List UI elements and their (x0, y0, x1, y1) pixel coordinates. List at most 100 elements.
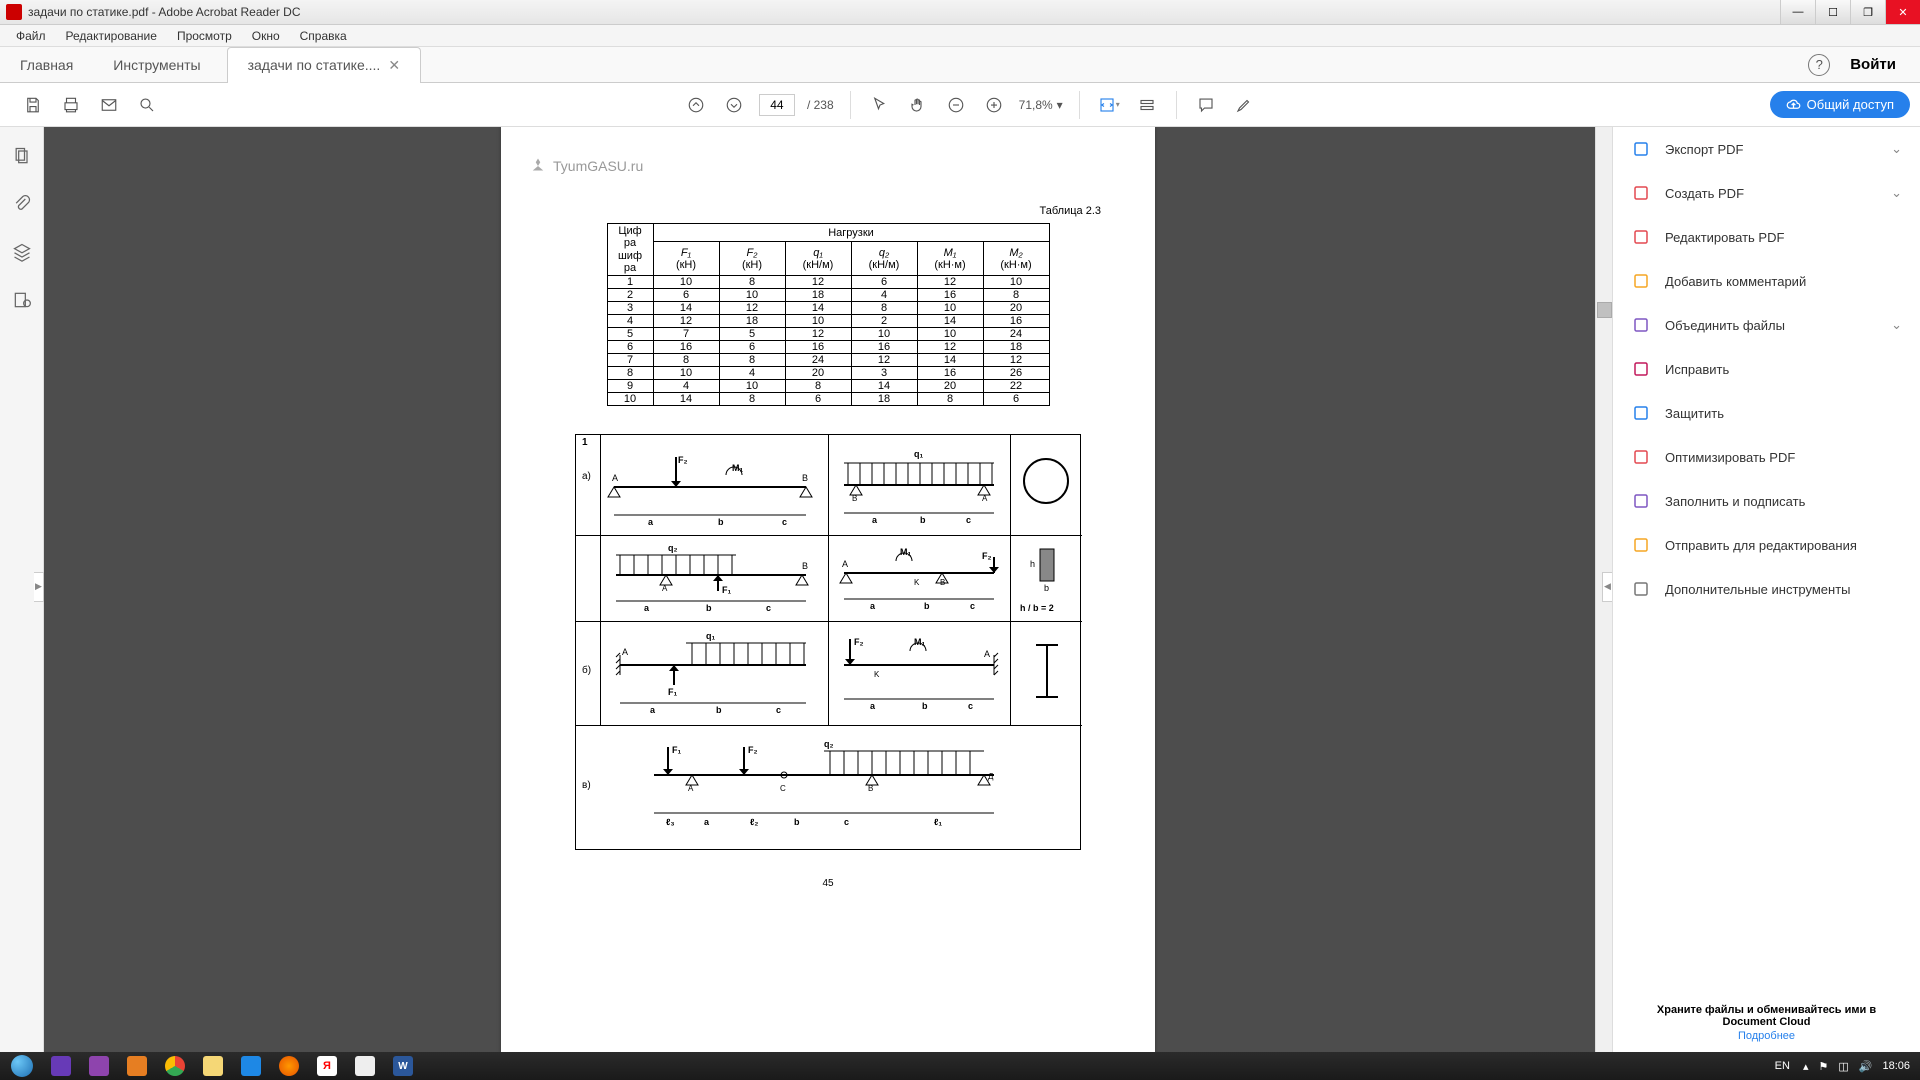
toolbar: / 238 71,8%▾ ▾ Общий доступ (0, 83, 1920, 127)
attachments-icon[interactable] (9, 191, 35, 217)
search-icon[interactable] (134, 92, 160, 118)
tab-document[interactable]: задачи по статике.... ✕ (227, 47, 421, 83)
svg-text:b: b (716, 705, 722, 715)
svg-text:c: c (970, 601, 975, 611)
tray-volume-icon[interactable]: 🔊 (1859, 1060, 1873, 1073)
task-item-1[interactable] (42, 1053, 80, 1079)
task-item-8[interactable] (346, 1053, 384, 1079)
menu-help[interactable]: Справка (290, 27, 357, 45)
task-item-word[interactable]: W (384, 1053, 422, 1079)
task-item-explorer[interactable] (194, 1053, 232, 1079)
page-input[interactable] (759, 94, 795, 116)
tool-item-icon (1631, 139, 1651, 159)
fit-width-icon[interactable]: ▾ (1096, 92, 1122, 118)
scroll-thumb[interactable] (1597, 302, 1612, 318)
task-item-yandex[interactable]: Я (308, 1053, 346, 1079)
tray-network-icon[interactable]: ◫ (1838, 1060, 1848, 1073)
tool-item-icon (1631, 227, 1651, 247)
bookmarks-icon[interactable] (9, 287, 35, 313)
start-button[interactable] (2, 1053, 42, 1079)
svg-text:F₁: F₁ (722, 585, 731, 595)
right-collapse-toggle[interactable]: ◀ (1602, 572, 1612, 602)
svg-text:q₁: q₁ (706, 631, 715, 641)
zoom-in-icon[interactable] (981, 92, 1007, 118)
share-button[interactable]: Общий доступ (1770, 91, 1910, 118)
chevron-down-icon: ⌄ (1891, 141, 1902, 157)
beam-a1: ABF₂M₁abc (606, 445, 822, 529)
page-down-icon[interactable] (721, 92, 747, 118)
section-circle-icon (1022, 457, 1070, 505)
zoom-select[interactable]: 71,8%▾ (1019, 98, 1063, 112)
maximize2-button[interactable]: ❐ (1850, 0, 1885, 24)
menu-edit[interactable]: Редактирование (56, 27, 167, 45)
tool-item-label: Оптимизировать PDF (1665, 450, 1795, 465)
tool-panel-item[interactable]: Исправить (1613, 347, 1920, 391)
scroll-mode-icon[interactable] (1134, 92, 1160, 118)
beam-c: F₁ F₂ q₂ ACBД ℓ₃aℓ₂bcℓ₁ (644, 733, 1014, 843)
tool-panel-item[interactable]: Оптимизировать PDF (1613, 435, 1920, 479)
tool-panel-item[interactable]: Редактировать PDF (1613, 215, 1920, 259)
svg-text:q₂: q₂ (824, 739, 834, 749)
tab-close-icon[interactable]: ✕ (388, 57, 400, 74)
tool-panel-item[interactable]: Добавить комментарий (1613, 259, 1920, 303)
task-item-chrome[interactable] (156, 1053, 194, 1079)
document-viewport[interactable]: TyumGASU.ru Таблица 2.3 Циф ра шиф ра На… (44, 127, 1612, 1054)
section-ibeam-icon (1032, 641, 1062, 701)
close-button[interactable]: ✕ (1885, 0, 1920, 24)
document-cloud-promo: Храните файлы и обменивайтесь ими вDocum… (1613, 992, 1920, 1054)
zoom-out-icon[interactable] (943, 92, 969, 118)
menu-window[interactable]: Окно (242, 27, 290, 45)
svg-text:ℓ₁: ℓ₁ (934, 817, 942, 827)
tool-item-icon (1631, 359, 1651, 379)
thumbnails-icon[interactable] (9, 143, 35, 169)
task-item-firefox[interactable] (270, 1053, 308, 1079)
tab-tools[interactable]: Инструменты (93, 49, 220, 81)
window-title: задачи по статике.pdf - Adobe Acrobat Re… (28, 5, 1780, 19)
comment-icon[interactable] (1193, 92, 1219, 118)
login-button[interactable]: Войти (1850, 56, 1896, 73)
task-item-5[interactable] (232, 1053, 270, 1079)
save-icon[interactable] (20, 92, 46, 118)
tool-item-icon (1631, 447, 1651, 467)
hand-icon[interactable] (905, 92, 931, 118)
tool-panel-item[interactable]: Дополнительные инструменты (1613, 567, 1920, 611)
tool-panel-item[interactable]: Создать PDF⌄ (1613, 171, 1920, 215)
left-expand-toggle[interactable]: ▶ (34, 572, 44, 602)
language-indicator[interactable]: EN (1772, 1059, 1793, 1073)
svg-text:A: A (622, 647, 628, 657)
task-item-2[interactable] (80, 1053, 118, 1079)
menu-view[interactable]: Просмотр (167, 27, 242, 45)
tray-arrow-icon[interactable]: ▴ (1803, 1060, 1809, 1073)
mail-icon[interactable] (96, 92, 122, 118)
page-up-icon[interactable] (683, 92, 709, 118)
tool-panel-item[interactable]: Экспорт PDF⌄ (1613, 127, 1920, 171)
maximize-button[interactable]: ☐ (1815, 0, 1850, 24)
svg-text:F₂: F₂ (678, 455, 688, 465)
pointer-icon[interactable] (867, 92, 893, 118)
promo-link[interactable]: Подробнее (1633, 1030, 1900, 1042)
tool-panel-item[interactable]: Заполнить и подписать (1613, 479, 1920, 523)
svg-text:Д: Д (988, 772, 994, 781)
tray-clock[interactable]: 18:06 (1882, 1060, 1910, 1072)
menu-file[interactable]: Файл (6, 27, 56, 45)
table-col-header: F₁(кН) (653, 242, 719, 276)
print-icon[interactable] (58, 92, 84, 118)
tray-flag-icon[interactable]: ⚑ (1818, 1060, 1828, 1073)
highlight-icon[interactable] (1231, 92, 1257, 118)
task-item-3[interactable] (118, 1053, 156, 1079)
table-row: 81042031626 (607, 367, 1049, 380)
share-label: Общий доступ (1807, 97, 1894, 112)
help-icon[interactable]: ? (1808, 54, 1830, 76)
row-label-c: в) (582, 780, 591, 791)
figure-variant-number: 1 (582, 437, 588, 448)
tool-panel-item[interactable]: Защитить (1613, 391, 1920, 435)
tab-home[interactable]: Главная (0, 49, 93, 81)
svg-text:A: A (842, 559, 848, 569)
layers-icon[interactable] (9, 239, 35, 265)
row-label-a: а) (582, 471, 591, 482)
tool-panel-item[interactable]: Отправить для редактирования (1613, 523, 1920, 567)
minimize-button[interactable]: — (1780, 0, 1815, 24)
svg-text:a: a (870, 701, 876, 711)
tool-panel-item[interactable]: Объединить файлы⌄ (1613, 303, 1920, 347)
section-ratio: h / b = 2 (1020, 603, 1054, 613)
